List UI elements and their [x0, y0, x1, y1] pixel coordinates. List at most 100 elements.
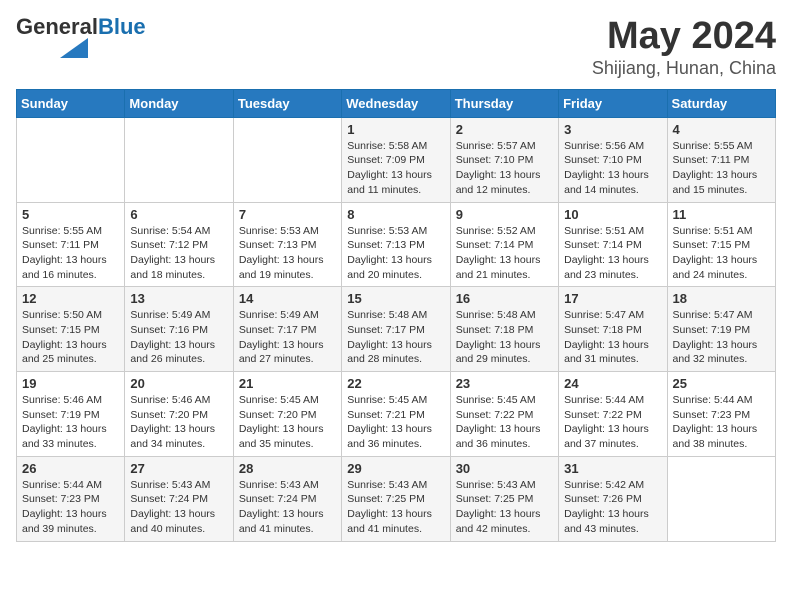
day-cell: 6 Sunrise: 5:54 AM Sunset: 7:12 PM Daylig…: [125, 202, 233, 287]
day-number: 24: [564, 376, 661, 391]
day-info: Sunrise: 5:46 AM Sunset: 7:19 PM Dayligh…: [22, 393, 119, 452]
day-info: Sunrise: 5:43 AM Sunset: 7:25 PM Dayligh…: [347, 478, 444, 537]
day-info: Sunrise: 5:47 AM Sunset: 7:18 PM Dayligh…: [564, 308, 661, 367]
day-info: Sunrise: 5:44 AM Sunset: 7:22 PM Dayligh…: [564, 393, 661, 452]
day-number: 4: [673, 122, 770, 137]
day-number: 6: [130, 207, 227, 222]
day-cell: 17Sunrise: 5:47 AM Sunset: 7:18 PM Dayli…: [559, 287, 667, 372]
day-info: Sunrise: 5:46 AM Sunset: 7:20 PM Dayligh…: [130, 393, 227, 452]
day-info: Sunrise: 5:54 AM Sunset: 7:12 PM Dayligh…: [130, 224, 227, 283]
day-info: Sunrise: 5:44 AM Sunset: 7:23 PM Dayligh…: [22, 478, 119, 537]
week-row-1: 1 Sunrise: 5:58 AM Sunset: 7:09 PM Daylig…: [17, 117, 776, 202]
day-info: Sunrise: 5:43 AM Sunset: 7:25 PM Dayligh…: [456, 478, 553, 537]
day-info: Sunrise: 5:57 AM Sunset: 7:10 PM Dayligh…: [456, 139, 553, 198]
day-info: Sunrise: 5:53 AM Sunset: 7:13 PM Dayligh…: [347, 224, 444, 283]
day-number: 29: [347, 461, 444, 476]
day-number: 13: [130, 291, 227, 306]
day-cell: 4 Sunrise: 5:55 AM Sunset: 7:11 PM Daylig…: [667, 117, 775, 202]
week-row-4: 19 Sunrise: 5:46 AM Sunset: 7:19 PM Dayli…: [17, 372, 776, 457]
day-cell: 22 Sunrise: 5:45 AM Sunset: 7:21 PM Dayli…: [342, 372, 450, 457]
day-number: 30: [456, 461, 553, 476]
day-cell: 7Sunrise: 5:53 AM Sunset: 7:13 PM Daylig…: [233, 202, 341, 287]
day-number: 1: [347, 122, 444, 137]
month-title: May 2024: [592, 16, 776, 58]
day-info: Sunrise: 5:44 AM Sunset: 7:23 PM Dayligh…: [673, 393, 770, 452]
day-info: Sunrise: 5:56 AM Sunset: 7:10 PM Dayligh…: [564, 139, 661, 198]
day-info: Sunrise: 5:58 AM Sunset: 7:09 PM Dayligh…: [347, 139, 444, 198]
day-number: 14: [239, 291, 336, 306]
day-info: Sunrise: 5:45 AM Sunset: 7:21 PM Dayligh…: [347, 393, 444, 452]
day-cell: [667, 456, 775, 541]
weekday-header-thursday: Thursday: [450, 89, 558, 117]
day-cell: 30 Sunrise: 5:43 AM Sunset: 7:25 PM Dayli…: [450, 456, 558, 541]
day-number: 28: [239, 461, 336, 476]
day-info: Sunrise: 5:42 AM Sunset: 7:26 PM Dayligh…: [564, 478, 661, 537]
day-cell: 27 Sunrise: 5:43 AM Sunset: 7:24 PM Dayli…: [125, 456, 233, 541]
day-cell: 14 Sunrise: 5:49 AM Sunset: 7:17 PM Dayli…: [233, 287, 341, 372]
day-number: 8: [347, 207, 444, 222]
day-number: 20: [130, 376, 227, 391]
weekday-header-sunday: Sunday: [17, 89, 125, 117]
day-number: 12: [22, 291, 119, 306]
day-cell: 13 Sunrise: 5:49 AM Sunset: 7:16 PM Dayli…: [125, 287, 233, 372]
day-number: 2: [456, 122, 553, 137]
logo: GeneralBlue: [16, 16, 146, 62]
day-number: 18: [673, 291, 770, 306]
weekday-header-wednesday: Wednesday: [342, 89, 450, 117]
day-number: 23: [456, 376, 553, 391]
day-info: Sunrise: 5:43 AM Sunset: 7:24 PM Dayligh…: [130, 478, 227, 537]
day-number: 3: [564, 122, 661, 137]
day-cell: 15Sunrise: 5:48 AM Sunset: 7:17 PM Dayli…: [342, 287, 450, 372]
weekday-header-row: SundayMondayTuesdayWednesdayThursdayFrid…: [17, 89, 776, 117]
day-cell: 16 Sunrise: 5:48 AM Sunset: 7:18 PM Dayli…: [450, 287, 558, 372]
day-info: Sunrise: 5:55 AM Sunset: 7:11 PM Dayligh…: [22, 224, 119, 283]
logo-general-text: General: [16, 14, 98, 39]
day-number: 31: [564, 461, 661, 476]
weekday-header-monday: Monday: [125, 89, 233, 117]
day-cell: 9Sunrise: 5:52 AM Sunset: 7:14 PM Daylig…: [450, 202, 558, 287]
day-cell: 28 Sunrise: 5:43 AM Sunset: 7:24 PM Dayli…: [233, 456, 341, 541]
day-number: 10: [564, 207, 661, 222]
day-number: 11: [673, 207, 770, 222]
day-cell: 12 Sunrise: 5:50 AM Sunset: 7:15 PM Dayli…: [17, 287, 125, 372]
day-number: 21: [239, 376, 336, 391]
day-number: 9: [456, 207, 553, 222]
weekday-header-tuesday: Tuesday: [233, 89, 341, 117]
calendar-table: SundayMondayTuesdayWednesdayThursdayFrid…: [16, 89, 776, 542]
day-cell: 19 Sunrise: 5:46 AM Sunset: 7:19 PM Dayli…: [17, 372, 125, 457]
day-number: 26: [22, 461, 119, 476]
day-cell: 20 Sunrise: 5:46 AM Sunset: 7:20 PM Dayli…: [125, 372, 233, 457]
day-info: Sunrise: 5:50 AM Sunset: 7:15 PM Dayligh…: [22, 308, 119, 367]
day-info: Sunrise: 5:53 AM Sunset: 7:13 PM Dayligh…: [239, 224, 336, 283]
day-info: Sunrise: 5:49 AM Sunset: 7:16 PM Dayligh…: [130, 308, 227, 367]
day-number: 25: [673, 376, 770, 391]
day-cell: 31 Sunrise: 5:42 AM Sunset: 7:26 PM Dayli…: [559, 456, 667, 541]
day-info: Sunrise: 5:47 AM Sunset: 7:19 PM Dayligh…: [673, 308, 770, 367]
day-number: 16: [456, 291, 553, 306]
day-cell: 10Sunrise: 5:51 AM Sunset: 7:14 PM Dayli…: [559, 202, 667, 287]
week-row-3: 12 Sunrise: 5:50 AM Sunset: 7:15 PM Dayli…: [17, 287, 776, 372]
day-cell: [17, 117, 125, 202]
day-cell: 23 Sunrise: 5:45 AM Sunset: 7:22 PM Dayli…: [450, 372, 558, 457]
day-number: 22: [347, 376, 444, 391]
day-cell: 5Sunrise: 5:55 AM Sunset: 7:11 PM Daylig…: [17, 202, 125, 287]
day-info: Sunrise: 5:48 AM Sunset: 7:18 PM Dayligh…: [456, 308, 553, 367]
day-info: Sunrise: 5:55 AM Sunset: 7:11 PM Dayligh…: [673, 139, 770, 198]
day-info: Sunrise: 5:51 AM Sunset: 7:15 PM Dayligh…: [673, 224, 770, 283]
week-row-5: 26 Sunrise: 5:44 AM Sunset: 7:23 PM Dayli…: [17, 456, 776, 541]
day-cell: 1 Sunrise: 5:58 AM Sunset: 7:09 PM Daylig…: [342, 117, 450, 202]
day-cell: 11 Sunrise: 5:51 AM Sunset: 7:15 PM Dayli…: [667, 202, 775, 287]
day-cell: 26 Sunrise: 5:44 AM Sunset: 7:23 PM Dayli…: [17, 456, 125, 541]
day-info: Sunrise: 5:49 AM Sunset: 7:17 PM Dayligh…: [239, 308, 336, 367]
weekday-header-saturday: Saturday: [667, 89, 775, 117]
day-cell: 18 Sunrise: 5:47 AM Sunset: 7:19 PM Dayli…: [667, 287, 775, 372]
page-header: GeneralBlue May 2024 Shijiang, Hunan, Ch…: [16, 16, 776, 79]
day-cell: 3 Sunrise: 5:56 AM Sunset: 7:10 PM Daylig…: [559, 117, 667, 202]
day-number: 15: [347, 291, 444, 306]
day-info: Sunrise: 5:43 AM Sunset: 7:24 PM Dayligh…: [239, 478, 336, 537]
day-cell: 2 Sunrise: 5:57 AM Sunset: 7:10 PM Daylig…: [450, 117, 558, 202]
day-number: 27: [130, 461, 227, 476]
day-number: 19: [22, 376, 119, 391]
day-info: Sunrise: 5:45 AM Sunset: 7:22 PM Dayligh…: [456, 393, 553, 452]
day-cell: [233, 117, 341, 202]
